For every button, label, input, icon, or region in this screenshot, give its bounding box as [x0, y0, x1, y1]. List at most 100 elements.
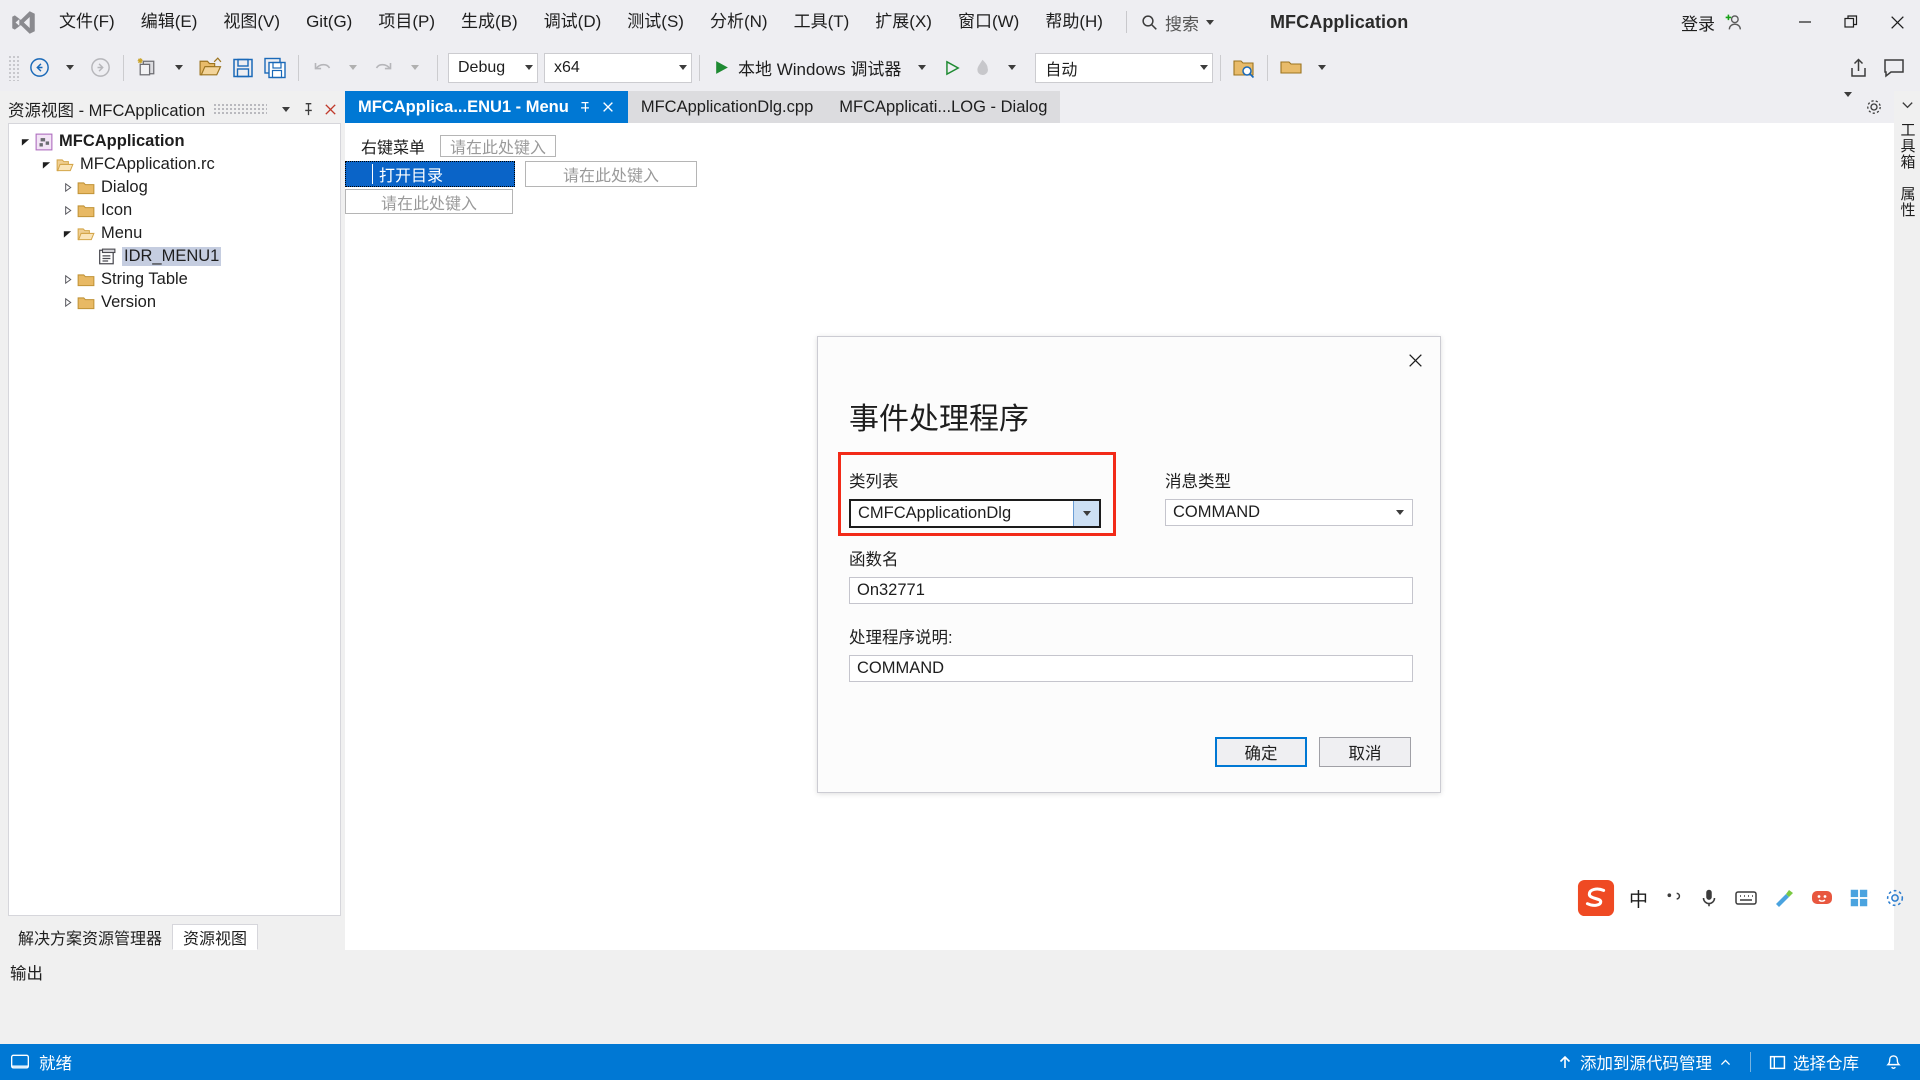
menu-item-new-placeholder[interactable]: 请在此处键入	[345, 189, 513, 214]
auto-combo[interactable]: 自动	[1035, 52, 1214, 83]
emoji-icon[interactable]	[1810, 886, 1834, 910]
skin-icon[interactable]	[1772, 886, 1796, 910]
chevron-down-icon[interactable]	[1205, 19, 1214, 25]
microphone-icon[interactable]	[1698, 887, 1720, 909]
tree-item-version[interactable]: Version	[9, 291, 340, 314]
menu-tools[interactable]: 工具(T)	[781, 0, 863, 44]
tree-item-icon[interactable]: Icon	[9, 199, 340, 222]
class-list-combo[interactable]: CMFCApplicationDlg	[849, 499, 1101, 528]
panel-close-button[interactable]	[319, 97, 341, 121]
apps-icon[interactable]	[1848, 887, 1870, 909]
menu-view[interactable]: 视图(V)	[210, 0, 293, 44]
share-button[interactable]	[1842, 51, 1874, 85]
message-type-combo[interactable]: COMMAND	[1165, 499, 1413, 526]
notifications-button[interactable]	[1877, 1044, 1910, 1080]
submenu-new-placeholder[interactable]: 请在此处键入	[525, 161, 697, 187]
menu-window[interactable]: 窗口(W)	[945, 0, 1032, 44]
hot-reload-button[interactable]	[967, 51, 997, 85]
menu-edit[interactable]: 编辑(E)	[128, 0, 211, 44]
function-name-input[interactable]: On32771	[849, 577, 1413, 604]
rail-tab-properties[interactable]: 属性	[1897, 180, 1918, 224]
rail-tab-toolbox[interactable]: 工具箱	[1897, 116, 1918, 176]
menu-project[interactable]: 项目(P)	[365, 0, 448, 44]
tree-item-mfcapplication-rc[interactable]: MFCApplication.rc	[9, 153, 340, 176]
pin-icon[interactable]	[578, 100, 592, 114]
menu-file[interactable]: 文件(F)	[46, 0, 128, 44]
tree-item-menu[interactable]: Menu	[9, 222, 340, 245]
search-input[interactable]: 搜索	[1137, 10, 1214, 35]
menu-extensions[interactable]: 扩展(X)	[862, 0, 945, 44]
undo-dropdown[interactable]	[338, 51, 368, 85]
handler-description-input[interactable]: COMMAND	[849, 655, 1413, 682]
navigate-back-button[interactable]	[24, 51, 55, 85]
navigate-back-dropdown[interactable]	[55, 51, 85, 85]
ok-button[interactable]: 确定	[1215, 737, 1307, 767]
pin-button[interactable]	[297, 97, 319, 121]
tab-solution-explorer[interactable]: 解决方案资源管理器	[8, 924, 173, 950]
menu-help[interactable]: 帮助(H)	[1032, 0, 1116, 44]
save-all-button[interactable]	[259, 51, 291, 85]
chevron-down-icon[interactable]	[1073, 501, 1099, 526]
hot-reload-dropdown[interactable]	[997, 51, 1027, 85]
find-in-files-button[interactable]	[1228, 51, 1260, 85]
menu-git[interactable]: Git(G)	[293, 0, 365, 44]
chevron-down-icon[interactable]	[1900, 97, 1915, 112]
settings-icon[interactable]	[1884, 887, 1906, 909]
expander-collapsed-icon[interactable]	[59, 182, 75, 193]
save-button[interactable]	[227, 51, 259, 85]
start-debugging-button[interactable]: 本地 Windows 调试器	[707, 51, 907, 85]
maximize-button[interactable]	[1828, 0, 1874, 44]
sogou-logo-icon[interactable]	[1577, 879, 1615, 917]
panel-drag-handle[interactable]	[213, 103, 267, 115]
menu-debug[interactable]: 调试(D)	[531, 0, 615, 44]
redo-dropdown[interactable]	[400, 51, 430, 85]
add-to-source-control-button[interactable]: 添加到源代码管理	[1549, 1044, 1740, 1080]
menu-item-selected[interactable]: 打开目录	[345, 161, 515, 187]
punctuation-icon[interactable]	[1662, 887, 1684, 909]
expander-collapsed-icon[interactable]	[59, 274, 75, 285]
panel-dropdown-button[interactable]	[275, 97, 297, 121]
select-repository-button[interactable]: 选择仓库	[1761, 1044, 1867, 1080]
minimize-button[interactable]	[1782, 0, 1828, 44]
dialog-close-button[interactable]	[1398, 345, 1432, 375]
feedback-button[interactable]	[1878, 51, 1910, 85]
chevron-down-icon[interactable]	[1388, 500, 1412, 525]
configuration-combo[interactable]: Debug	[448, 52, 538, 83]
close-button[interactable]	[1874, 0, 1920, 44]
tree-item-dialog[interactable]: Dialog	[9, 176, 340, 199]
new-item-dropdown[interactable]	[164, 51, 194, 85]
menu-build[interactable]: 生成(B)	[448, 0, 531, 44]
open-file-button[interactable]	[194, 51, 227, 85]
undo-button[interactable]	[306, 51, 338, 85]
sign-in-button[interactable]: 登录	[1681, 10, 1744, 35]
tree-item-idr-menu1[interactable]: IDR_MENU1	[9, 245, 340, 268]
redo-button[interactable]	[368, 51, 400, 85]
window-layout-button[interactable]	[1275, 51, 1307, 85]
resource-tree[interactable]: MFCApplication MFCApplication.rc Dialog Ico…	[8, 123, 341, 916]
tree-item-mfcapplication[interactable]: MFCApplication	[9, 130, 340, 153]
window-layout-dropdown[interactable]	[1307, 51, 1337, 85]
close-icon[interactable]	[601, 100, 615, 114]
expander-collapsed-icon[interactable]	[59, 297, 75, 308]
gear-icon[interactable]	[1866, 99, 1882, 115]
start-without-debugging-button[interactable]	[937, 51, 967, 85]
tab-dialog-editor[interactable]: MFCApplicati...LOG - Dialog	[826, 91, 1061, 123]
start-debugging-dropdown[interactable]	[907, 51, 937, 85]
expander-expanded-icon[interactable]	[38, 159, 54, 170]
menu-test[interactable]: 测试(S)	[614, 0, 697, 44]
keyboard-icon[interactable]	[1734, 886, 1758, 910]
navigate-forward-button[interactable]	[85, 51, 116, 85]
toolbar-grip[interactable]	[8, 54, 20, 81]
expander-expanded-icon[interactable]	[17, 136, 33, 147]
tree-item-string-table[interactable]: String Table	[9, 268, 340, 291]
menu-designer-surface[interactable]: 右键菜单 请在此处键入 打开目录 请在此处键入 请在此处键入 事件处理程序 类列…	[345, 123, 1894, 950]
expander-collapsed-icon[interactable]	[59, 205, 75, 216]
tab-mfcapplicationdlg-cpp[interactable]: MFCApplicationDlg.cpp	[627, 91, 827, 123]
menu-root-item[interactable]: 右键菜单	[352, 135, 434, 157]
tab-menu-editor[interactable]: MFCApplica...ENU1 - Menu	[345, 91, 628, 123]
menu-analyze[interactable]: 分析(N)	[697, 0, 781, 44]
tab-overflow-button[interactable]	[1844, 92, 1852, 117]
new-item-button[interactable]	[131, 51, 164, 85]
expander-expanded-icon[interactable]	[59, 228, 75, 239]
cancel-button[interactable]: 取消	[1319, 737, 1411, 767]
